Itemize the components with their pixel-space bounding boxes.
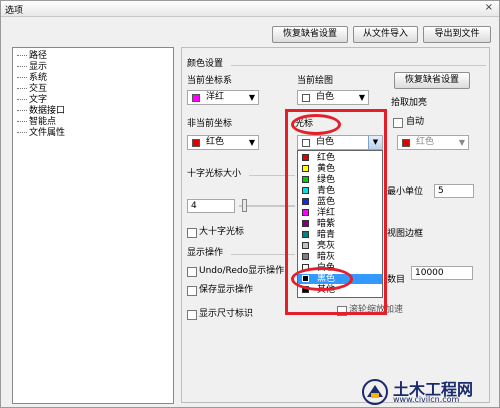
show-dims-checkbox[interactable] (187, 310, 197, 320)
large-crosshair-checkbox[interactable] (187, 228, 197, 238)
color-restore-defaults-button[interactable]: 恢复缺省设置 (394, 72, 470, 89)
auto-checkbox[interactable] (393, 118, 403, 128)
window-title: 选项 (5, 6, 24, 16)
crosshair-size-input[interactable]: 4 (187, 199, 235, 213)
display-ops-title: 显示操作 (187, 248, 224, 258)
select-value: 红色 (416, 137, 435, 147)
watermark-logo-icon (362, 379, 388, 405)
category-tree[interactable]: 路径 显示 系统 交互 文字 数据接口 智能点 文件属性 (12, 47, 174, 404)
tree-item-text[interactable]: 文字 (17, 95, 47, 106)
select-value: 白色 (316, 92, 335, 102)
non-current-coord-label: 非当前坐标 (187, 119, 233, 129)
auto-label: 自动 (406, 117, 425, 127)
annotation-red-ellipse-cursor (291, 114, 341, 135)
current-coord-label: 当前坐标系 (187, 76, 233, 86)
options-dialog: 选项 × 恢复缺省设置 从文件导入 导出到文件 路径 显示 系统 交互 文字 数… (0, 0, 500, 408)
tree-item-data-interface[interactable]: 数据接口 (17, 106, 65, 117)
current-draw-color-select[interactable]: 白色 ▼ (297, 90, 369, 105)
watermark-url: www.civilcn.com (393, 395, 460, 404)
tree-item-system[interactable]: 系统 (17, 73, 47, 84)
large-crosshair-label: 大十字光标 (199, 227, 245, 237)
color-settings-title: 颜色设置 (187, 59, 224, 69)
save-display-checkbox[interactable] (187, 286, 197, 296)
current-coord-color-select[interactable]: 洋红 ▼ (187, 90, 259, 105)
pick-highlight-label: 拾取加亮 (391, 98, 428, 108)
color-swatch (302, 94, 310, 102)
export-to-file-button[interactable]: 导出到文件 (423, 26, 491, 43)
restore-defaults-button[interactable]: 恢复缺省设置 (272, 26, 348, 43)
undo-redo-label: Undo/Redo显示操作 (199, 266, 285, 276)
tree-item-display[interactable]: 显示 (17, 62, 47, 73)
chevron-down-icon: ▼ (358, 93, 365, 102)
min-unit-label: 最小单位 (387, 187, 424, 197)
count-label: 数目 (387, 275, 406, 285)
pick-highlight-color-select[interactable]: 红色 ▼ (397, 135, 469, 150)
undo-redo-checkbox[interactable] (187, 267, 197, 277)
chevron-down-icon: ▼ (458, 138, 465, 147)
save-display-label: 保存显示操作 (199, 285, 254, 295)
current-draw-label: 当前绘图 (297, 76, 334, 86)
select-value: 洋红 (206, 92, 225, 102)
crosshair-size-title: 十字光标大小 (187, 169, 242, 179)
select-value: 红色 (206, 137, 225, 147)
close-icon[interactable]: × (485, 2, 493, 13)
chevron-down-icon: ▼ (248, 93, 255, 102)
color-swatch (192, 94, 200, 102)
view-border-label: 视图边框 (387, 229, 424, 239)
color-swatch (192, 139, 200, 147)
import-from-file-button[interactable]: 从文件导入 (353, 26, 418, 43)
chevron-down-icon: ▼ (248, 138, 255, 147)
crosshair-size-slider-thumb[interactable] (242, 199, 247, 212)
count-input[interactable]: 10000 (411, 266, 473, 280)
annotation-red-ellipse-black (291, 267, 353, 291)
tree-item-file-properties[interactable]: 文件属性 (17, 128, 65, 139)
tree-item-smart-point[interactable]: 智能点 (17, 117, 56, 128)
group-divider (231, 65, 486, 66)
non-current-coord-color-select[interactable]: 红色 ▼ (187, 135, 259, 150)
show-dims-label: 显示尺寸标识 (199, 309, 254, 319)
title-bar[interactable]: 选项 × (1, 1, 499, 17)
tree-item-interaction[interactable]: 交互 (17, 84, 47, 95)
min-unit-input[interactable]: 5 (434, 184, 474, 198)
color-swatch (402, 139, 410, 147)
tree-item-path[interactable]: 路径 (17, 51, 47, 62)
